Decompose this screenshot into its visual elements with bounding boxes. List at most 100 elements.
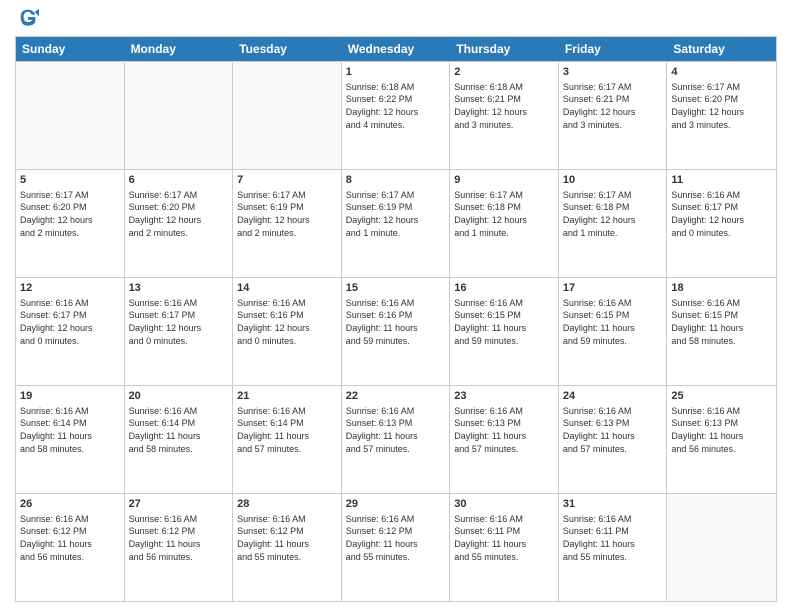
logo-icon [17,6,39,28]
cell-info: Sunrise: 6:16 AM Sunset: 6:16 PM Dayligh… [237,297,337,347]
calendar-cell [16,62,125,169]
calendar-cell: 19Sunrise: 6:16 AM Sunset: 6:14 PM Dayli… [16,386,125,493]
cell-info: Sunrise: 6:16 AM Sunset: 6:13 PM Dayligh… [346,405,446,455]
cell-info: Sunrise: 6:16 AM Sunset: 6:11 PM Dayligh… [563,513,663,563]
day-number: 31 [563,497,663,512]
calendar-cell: 17Sunrise: 6:16 AM Sunset: 6:15 PM Dayli… [559,278,668,385]
cell-info: Sunrise: 6:16 AM Sunset: 6:11 PM Dayligh… [454,513,554,563]
calendar-header-day: Tuesday [233,37,342,61]
calendar-cell: 4Sunrise: 6:17 AM Sunset: 6:20 PM Daylig… [667,62,776,169]
calendar-cell: 25Sunrise: 6:16 AM Sunset: 6:13 PM Dayli… [667,386,776,493]
calendar-cell: 29Sunrise: 6:16 AM Sunset: 6:12 PM Dayli… [342,494,451,601]
day-number: 4 [671,65,772,80]
calendar-cell: 31Sunrise: 6:16 AM Sunset: 6:11 PM Dayli… [559,494,668,601]
calendar-row: 5Sunrise: 6:17 AM Sunset: 6:20 PM Daylig… [16,169,776,277]
cell-info: Sunrise: 6:17 AM Sunset: 6:20 PM Dayligh… [671,81,772,131]
day-number: 28 [237,497,337,512]
day-number: 22 [346,389,446,404]
day-number: 25 [671,389,772,404]
calendar-cell: 30Sunrise: 6:16 AM Sunset: 6:11 PM Dayli… [450,494,559,601]
calendar-row: 26Sunrise: 6:16 AM Sunset: 6:12 PM Dayli… [16,493,776,601]
calendar-cell: 13Sunrise: 6:16 AM Sunset: 6:17 PM Dayli… [125,278,234,385]
day-number: 12 [20,281,120,296]
calendar-cell: 12Sunrise: 6:16 AM Sunset: 6:17 PM Dayli… [16,278,125,385]
cell-info: Sunrise: 6:16 AM Sunset: 6:12 PM Dayligh… [237,513,337,563]
cell-info: Sunrise: 6:18 AM Sunset: 6:22 PM Dayligh… [346,81,446,131]
cell-info: Sunrise: 6:16 AM Sunset: 6:13 PM Dayligh… [671,405,772,455]
day-number: 29 [346,497,446,512]
calendar-cell: 6Sunrise: 6:17 AM Sunset: 6:20 PM Daylig… [125,170,234,277]
calendar-header-day: Thursday [450,37,559,61]
calendar-header-day: Saturday [667,37,776,61]
calendar-cell: 22Sunrise: 6:16 AM Sunset: 6:13 PM Dayli… [342,386,451,493]
cell-info: Sunrise: 6:16 AM Sunset: 6:14 PM Dayligh… [20,405,120,455]
calendar-cell: 21Sunrise: 6:16 AM Sunset: 6:14 PM Dayli… [233,386,342,493]
cell-info: Sunrise: 6:17 AM Sunset: 6:19 PM Dayligh… [237,189,337,239]
cell-info: Sunrise: 6:17 AM Sunset: 6:20 PM Dayligh… [129,189,229,239]
day-number: 30 [454,497,554,512]
calendar-cell: 15Sunrise: 6:16 AM Sunset: 6:16 PM Dayli… [342,278,451,385]
page-header [15,10,777,28]
day-number: 17 [563,281,663,296]
calendar-cell [233,62,342,169]
cell-info: Sunrise: 6:16 AM Sunset: 6:12 PM Dayligh… [20,513,120,563]
cell-info: Sunrise: 6:16 AM Sunset: 6:15 PM Dayligh… [454,297,554,347]
calendar-cell: 3Sunrise: 6:17 AM Sunset: 6:21 PM Daylig… [559,62,668,169]
calendar: SundayMondayTuesdayWednesdayThursdayFrid… [15,36,777,602]
day-number: 19 [20,389,120,404]
day-number: 14 [237,281,337,296]
cell-info: Sunrise: 6:16 AM Sunset: 6:14 PM Dayligh… [237,405,337,455]
cell-info: Sunrise: 6:17 AM Sunset: 6:19 PM Dayligh… [346,189,446,239]
cell-info: Sunrise: 6:18 AM Sunset: 6:21 PM Dayligh… [454,81,554,131]
day-number: 20 [129,389,229,404]
calendar-cell: 23Sunrise: 6:16 AM Sunset: 6:13 PM Dayli… [450,386,559,493]
day-number: 21 [237,389,337,404]
calendar-row: 12Sunrise: 6:16 AM Sunset: 6:17 PM Dayli… [16,277,776,385]
cell-info: Sunrise: 6:16 AM Sunset: 6:15 PM Dayligh… [563,297,663,347]
day-number: 5 [20,173,120,188]
cell-info: Sunrise: 6:17 AM Sunset: 6:20 PM Dayligh… [20,189,120,239]
day-number: 13 [129,281,229,296]
calendar-row: 19Sunrise: 6:16 AM Sunset: 6:14 PM Dayli… [16,385,776,493]
day-number: 10 [563,173,663,188]
cell-info: Sunrise: 6:16 AM Sunset: 6:13 PM Dayligh… [563,405,663,455]
calendar-cell: 11Sunrise: 6:16 AM Sunset: 6:17 PM Dayli… [667,170,776,277]
calendar-cell: 24Sunrise: 6:16 AM Sunset: 6:13 PM Dayli… [559,386,668,493]
calendar-cell: 18Sunrise: 6:16 AM Sunset: 6:15 PM Dayli… [667,278,776,385]
day-number: 6 [129,173,229,188]
cell-info: Sunrise: 6:16 AM Sunset: 6:14 PM Dayligh… [129,405,229,455]
cell-info: Sunrise: 6:17 AM Sunset: 6:18 PM Dayligh… [563,189,663,239]
calendar-cell: 8Sunrise: 6:17 AM Sunset: 6:19 PM Daylig… [342,170,451,277]
calendar-cell: 26Sunrise: 6:16 AM Sunset: 6:12 PM Dayli… [16,494,125,601]
day-number: 16 [454,281,554,296]
day-number: 9 [454,173,554,188]
day-number: 8 [346,173,446,188]
day-number: 3 [563,65,663,80]
cell-info: Sunrise: 6:16 AM Sunset: 6:12 PM Dayligh… [129,513,229,563]
cell-info: Sunrise: 6:16 AM Sunset: 6:15 PM Dayligh… [671,297,772,347]
day-number: 2 [454,65,554,80]
calendar-cell: 2Sunrise: 6:18 AM Sunset: 6:21 PM Daylig… [450,62,559,169]
cell-info: Sunrise: 6:16 AM Sunset: 6:17 PM Dayligh… [20,297,120,347]
calendar-cell: 27Sunrise: 6:16 AM Sunset: 6:12 PM Dayli… [125,494,234,601]
cell-info: Sunrise: 6:16 AM Sunset: 6:13 PM Dayligh… [454,405,554,455]
day-number: 23 [454,389,554,404]
cell-info: Sunrise: 6:17 AM Sunset: 6:18 PM Dayligh… [454,189,554,239]
cell-info: Sunrise: 6:16 AM Sunset: 6:16 PM Dayligh… [346,297,446,347]
calendar-cell [667,494,776,601]
cell-info: Sunrise: 6:16 AM Sunset: 6:17 PM Dayligh… [671,189,772,239]
calendar-cell: 28Sunrise: 6:16 AM Sunset: 6:12 PM Dayli… [233,494,342,601]
calendar-header: SundayMondayTuesdayWednesdayThursdayFrid… [16,37,776,61]
day-number: 11 [671,173,772,188]
calendar-body: 1Sunrise: 6:18 AM Sunset: 6:22 PM Daylig… [16,61,776,601]
calendar-cell: 5Sunrise: 6:17 AM Sunset: 6:20 PM Daylig… [16,170,125,277]
cell-info: Sunrise: 6:16 AM Sunset: 6:12 PM Dayligh… [346,513,446,563]
calendar-cell: 14Sunrise: 6:16 AM Sunset: 6:16 PM Dayli… [233,278,342,385]
day-number: 7 [237,173,337,188]
day-number: 24 [563,389,663,404]
logo [15,10,39,28]
calendar-header-day: Friday [559,37,668,61]
calendar-cell [125,62,234,169]
cell-info: Sunrise: 6:17 AM Sunset: 6:21 PM Dayligh… [563,81,663,131]
day-number: 15 [346,281,446,296]
